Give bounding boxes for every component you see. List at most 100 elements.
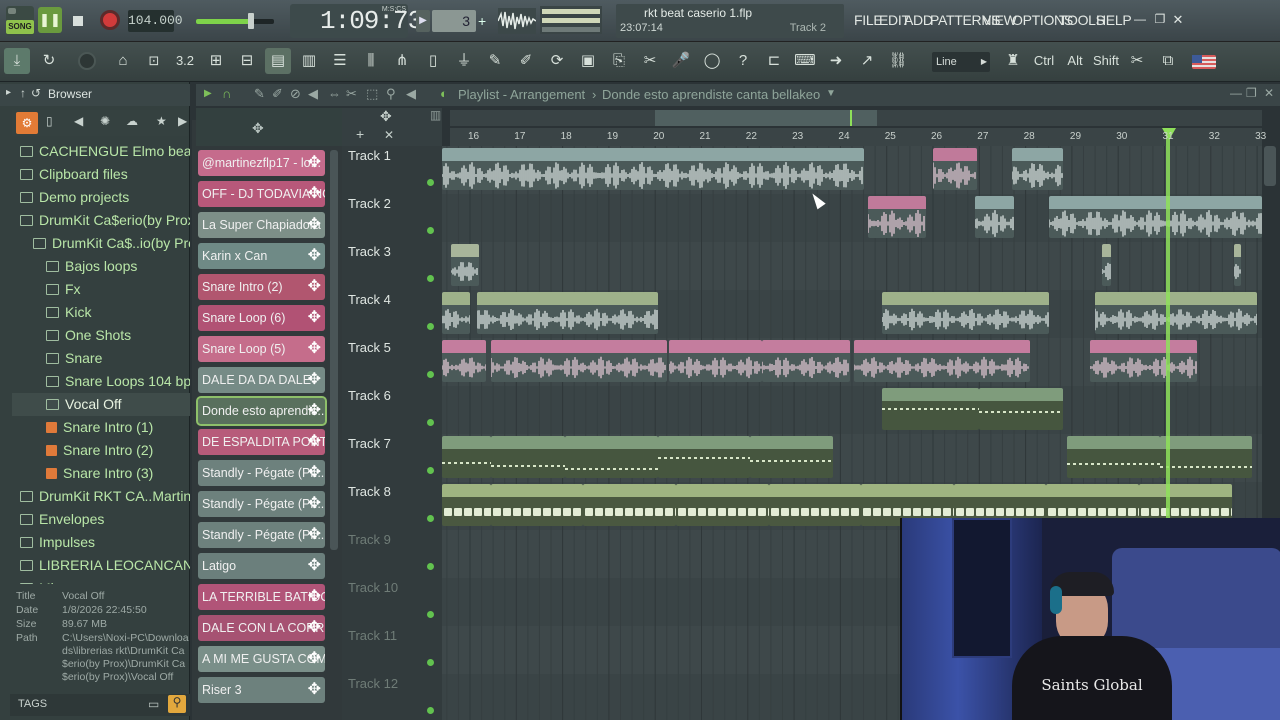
magnet-icon[interactable]: ∩ xyxy=(222,86,231,101)
browser-toggle-button[interactable]: ⋔ xyxy=(389,48,415,74)
channel-button[interactable]: @martinezflp17 - lo... ✥ xyxy=(198,150,325,176)
track-mute-led[interactable] xyxy=(427,371,434,378)
stamp-button[interactable]: ♜ xyxy=(1000,48,1026,74)
add-channel-icon[interactable]: ✥ xyxy=(308,305,321,331)
chevron-down-icon[interactable]: ▼ xyxy=(826,88,836,99)
playlist-clip[interactable]: ▸ Pattern 3 xyxy=(1159,436,1253,478)
add-channel-icon[interactable]: ✥ xyxy=(308,150,321,176)
browser-item[interactable]: Misc xyxy=(12,577,190,584)
channel-button[interactable]: DALE DA DA DALE ✥ xyxy=(198,367,325,393)
up-arrow-icon[interactable]: ↑ xyxy=(20,86,26,100)
restore-icon[interactable]: ❐ xyxy=(1246,86,1257,100)
add-channel-icon[interactable]: ✥ xyxy=(308,429,321,455)
alt-key-button[interactable]: Alt xyxy=(1062,48,1088,74)
cut-button[interactable]: ✂ xyxy=(637,48,663,74)
tag-folder-icon[interactable]: ▭ xyxy=(148,697,159,711)
track-name[interactable]: Track 5 xyxy=(348,340,391,355)
track-name[interactable]: Track 2 xyxy=(348,196,391,211)
add-channel-icon[interactable]: ✥ xyxy=(308,677,321,703)
tempo-display[interactable]: 104.000 xyxy=(128,10,183,32)
loop-record-button[interactable]: ↻ xyxy=(36,48,62,74)
track-mute-led[interactable] xyxy=(427,419,434,426)
menu-help[interactable]: HELP xyxy=(1096,12,1132,28)
select-icon[interactable]: ⬚ xyxy=(366,86,378,102)
star-icon[interactable]: ★ xyxy=(156,114,167,128)
song-mode-toggle[interactable]: SONG xyxy=(6,6,34,36)
track-mute-led[interactable] xyxy=(427,611,434,618)
slip-icon[interactable]: ⇔ xyxy=(328,86,341,101)
close-button[interactable]: ✕ xyxy=(1170,12,1186,28)
playlist-clip[interactable]: ▸ xyxy=(974,196,1014,238)
cycle-button[interactable]: ⟳ xyxy=(544,48,570,74)
brush-icon[interactable]: ✐ xyxy=(272,86,283,102)
playlist-clip[interactable]: ▸ Snare Loop (5) xyxy=(490,340,667,382)
pattern-prev-button[interactable]: ▶ xyxy=(416,10,430,32)
channel-button[interactable]: La Super Chapiadora ✥ xyxy=(198,212,325,238)
browser-item[interactable]: Snare Intro (3) xyxy=(12,462,190,485)
add-channel-icon[interactable]: ✥ xyxy=(308,553,321,579)
track-mute-led[interactable] xyxy=(427,179,434,186)
countdown-button[interactable]: 3.2 xyxy=(172,48,198,74)
playlist-menu-arrow-icon[interactable]: ▶ xyxy=(204,88,212,99)
add-channel-icon[interactable]: ✥ xyxy=(308,615,321,641)
project-files-button[interactable]: ▯ xyxy=(420,48,446,74)
add-channel-icon[interactable]: ✥ xyxy=(308,367,321,393)
time-display[interactable]: 1:09:73 M:S:CS xyxy=(290,4,423,38)
speaker-filter-icon[interactable]: ◀ xyxy=(74,114,83,128)
playlist-clip[interactable]: ▸ Pattern 3 xyxy=(750,436,834,478)
cloud-icon[interactable]: ☁ xyxy=(126,114,138,128)
channel-button[interactable]: Standly - Pégate (Pr... ✥ xyxy=(198,522,325,548)
browser-item[interactable]: Envelopes xyxy=(12,508,190,531)
channel-button[interactable]: A MI ME GUSTA COMO...✥ xyxy=(198,646,325,672)
ctrl-key-button[interactable]: Ctrl xyxy=(1031,48,1057,74)
chevron-right-icon[interactable]: ▶ xyxy=(178,114,187,128)
track-mute-led[interactable] xyxy=(427,515,434,522)
track-name[interactable]: Track 8 xyxy=(348,484,391,499)
step-edit-button[interactable]: ⊞ xyxy=(203,48,229,74)
render-button[interactable]: ⎘ xyxy=(606,48,632,74)
snap-selector[interactable]: Line ▶ xyxy=(932,52,990,72)
plugin-filter-icon[interactable]: ✺ xyxy=(100,114,110,128)
playlist-clip[interactable]: ▸ Bajo (Fm) xyxy=(583,484,677,526)
playlist-clip[interactable]: ▸ Snare Loop (3) xyxy=(669,340,762,382)
playlist-clip[interactable]: ▸ Bajo (Fm) xyxy=(490,484,584,526)
track-name[interactable]: Track 9 xyxy=(348,532,391,547)
mixer-button[interactable]: ⫼ xyxy=(358,48,384,74)
browser-item[interactable]: Bajos loops xyxy=(12,255,190,278)
browser-item[interactable]: Impulses xyxy=(12,531,190,554)
playlist-clip[interactable]: ▸ xyxy=(476,292,658,334)
playlist-clip[interactable]: ▸ A MI..UTI xyxy=(1011,148,1063,190)
metronome-button[interactable]: ⌂ xyxy=(110,48,136,74)
track-name[interactable]: Track 4 xyxy=(348,292,391,307)
typing-keyboard-button[interactable]: ⊟ xyxy=(234,48,260,74)
track-mute-led[interactable] xyxy=(427,707,434,714)
link-window-button[interactable]: ⊏ xyxy=(761,48,787,74)
browser-item[interactable]: DrumKit Ca$erio(by Prox) xyxy=(12,209,190,232)
add-channel-icon[interactable]: ✥ xyxy=(308,398,321,424)
grid-icon[interactable]: ▥ xyxy=(430,108,441,122)
channel-button[interactable]: Riser 3 ✥ xyxy=(198,677,325,703)
add-channel-icon[interactable]: ✥ xyxy=(308,336,321,362)
playlist-clip[interactable]: ▸ xyxy=(451,244,480,286)
download-button[interactable]: ⤓ xyxy=(4,48,30,74)
add-channel-icon[interactable]: ✥ xyxy=(308,181,321,207)
search-icon[interactable]: ⚲ xyxy=(168,695,186,713)
add-channel-icon[interactable]: ✥ xyxy=(308,243,321,269)
playlist-clip[interactable]: ▸ que hubo amor_vocals xyxy=(1048,196,1262,238)
channel-button[interactable]: DALE CON LA CORREA✥ xyxy=(198,615,325,641)
track-name[interactable]: Track 12 xyxy=(348,676,398,691)
playlist-clip[interactable]: ▸ xyxy=(1095,292,1258,334)
channel-button[interactable]: Latigo ✥ xyxy=(198,553,325,579)
pencil-tool-button[interactable]: ✎ xyxy=(482,48,508,74)
track-mute-led[interactable] xyxy=(427,467,434,474)
playlist-clip[interactable]: ▸ Bajo (Fm) xyxy=(768,484,862,526)
browser-item[interactable]: Kick xyxy=(12,301,190,324)
link-button[interactable]: ⛓ xyxy=(885,48,911,74)
browser-item[interactable]: Vocal Off xyxy=(12,393,190,416)
track-name[interactable]: Track 11 xyxy=(348,628,397,643)
channel-button[interactable]: LA TERRIBLE BATIDORA✥ xyxy=(198,584,325,610)
move-icon[interactable]: ✥ xyxy=(380,108,392,125)
playlist-clip[interactable]: ▸ xyxy=(868,196,927,238)
browser-item[interactable]: CACHENGUE Elmo beats xyxy=(12,140,190,163)
zoom-icon[interactable]: ⚲ xyxy=(386,86,396,102)
